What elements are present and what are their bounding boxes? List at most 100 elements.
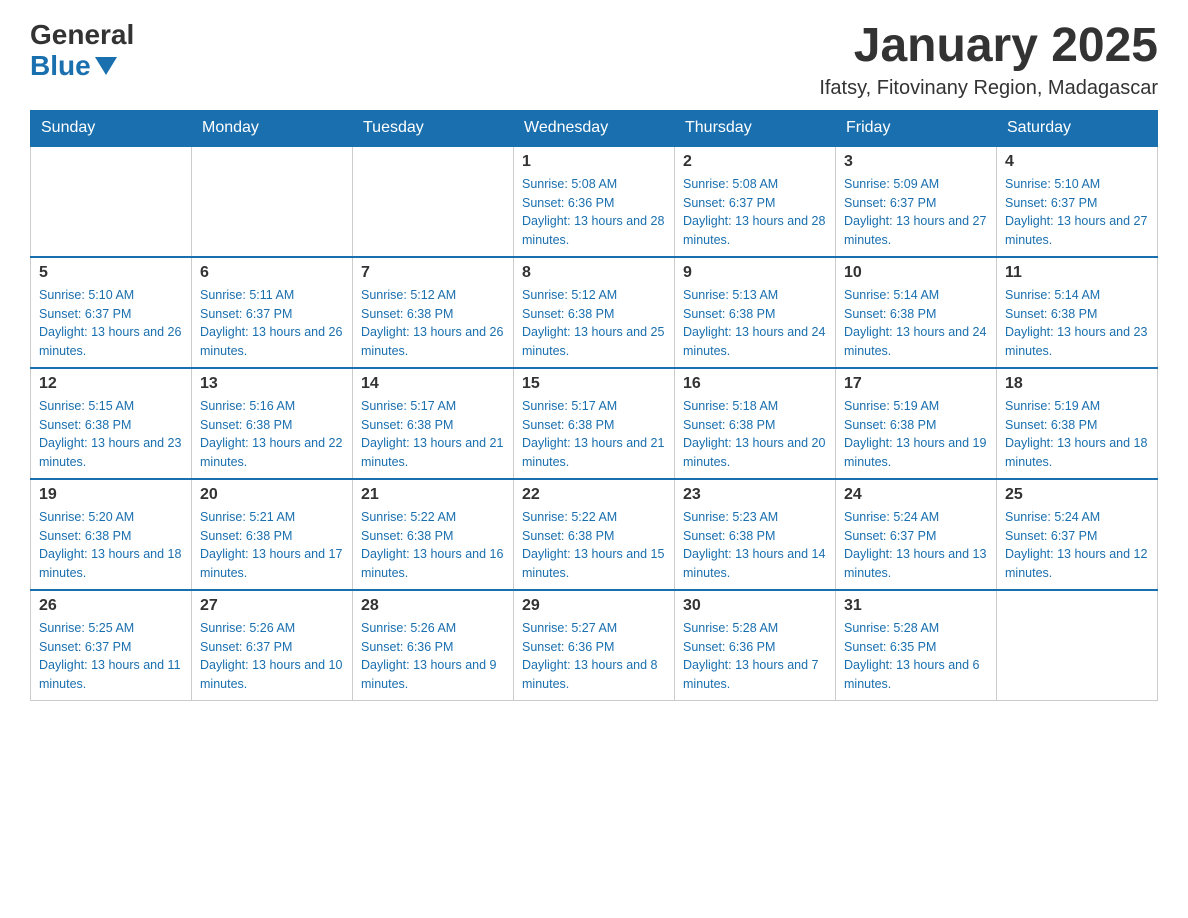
day-number: 6 — [200, 264, 344, 282]
calendar-day-cell: 9Sunrise: 5:13 AMSunset: 6:38 PMDaylight… — [675, 257, 836, 368]
calendar-table: SundayMondayTuesdayWednesdayThursdayFrid… — [30, 110, 1158, 701]
day-info: Sunrise: 5:27 AMSunset: 6:36 PMDaylight:… — [522, 619, 666, 694]
day-info: Sunrise: 5:10 AMSunset: 6:37 PMDaylight:… — [39, 286, 183, 361]
day-info: Sunrise: 5:08 AMSunset: 6:36 PMDaylight:… — [522, 175, 666, 250]
calendar-day-cell: 3 Sunrise: 5:09 AMSunset: 6:37 PMDaylight… — [836, 146, 997, 257]
calendar-day-cell: 12 Sunrise: 5:15 AMSunset: 6:38 PMDayligh… — [31, 368, 192, 479]
day-number: 23 — [683, 486, 827, 504]
logo-text-general: General — [30, 20, 134, 51]
calendar-day-cell: 20Sunrise: 5:21 AMSunset: 6:38 PMDayligh… — [192, 479, 353, 590]
day-number: 16 — [683, 375, 827, 393]
day-number: 3 — [844, 153, 988, 171]
calendar-day-cell: 5 Sunrise: 5:10 AMSunset: 6:37 PMDaylight… — [31, 257, 192, 368]
calendar-day-cell: 29 Sunrise: 5:27 AMSunset: 6:36 PMDayligh… — [514, 590, 675, 701]
day-number: 18 — [1005, 375, 1149, 393]
day-info: Sunrise: 5:17 AMSunset: 6:38 PMDaylight:… — [522, 397, 666, 472]
day-number: 25 — [1005, 486, 1149, 504]
calendar-day-cell — [353, 146, 514, 257]
calendar-day-cell: 1 Sunrise: 5:08 AMSunset: 6:36 PMDaylight… — [514, 146, 675, 257]
day-number: 20 — [200, 486, 344, 504]
day-info: Sunrise: 5:18 AMSunset: 6:38 PMDaylight:… — [683, 397, 827, 472]
day-info: Sunrise: 5:10 AMSunset: 6:37 PMDaylight:… — [1005, 175, 1149, 250]
calendar-day-cell: 23Sunrise: 5:23 AMSunset: 6:38 PMDayligh… — [675, 479, 836, 590]
day-number: 29 — [522, 597, 666, 615]
day-info: Sunrise: 5:11 AMSunset: 6:37 PMDaylight:… — [200, 286, 344, 361]
day-number: 10 — [844, 264, 988, 282]
calendar-day-header: Thursday — [675, 110, 836, 146]
calendar-day-cell: 26Sunrise: 5:25 AMSunset: 6:37 PMDayligh… — [31, 590, 192, 701]
day-info: Sunrise: 5:26 AMSunset: 6:36 PMDaylight:… — [361, 619, 505, 694]
day-number: 1 — [522, 153, 666, 171]
calendar-day-cell: 13 Sunrise: 5:16 AMSunset: 6:38 PMDayligh… — [192, 368, 353, 479]
day-number: 15 — [522, 375, 666, 393]
calendar-day-cell: 10 Sunrise: 5:14 AMSunset: 6:38 PMDayligh… — [836, 257, 997, 368]
calendar-day-cell: 18 Sunrise: 5:19 AMSunset: 6:38 PMDayligh… — [997, 368, 1158, 479]
day-info: Sunrise: 5:24 AMSunset: 6:37 PMDaylight:… — [844, 508, 988, 583]
logo-text-blue: Blue — [30, 51, 91, 82]
day-info: Sunrise: 5:22 AMSunset: 6:38 PMDaylight:… — [361, 508, 505, 583]
day-number: 13 — [200, 375, 344, 393]
day-number: 22 — [522, 486, 666, 504]
calendar-day-cell — [192, 146, 353, 257]
day-info: Sunrise: 5:26 AMSunset: 6:37 PMDaylight:… — [200, 619, 344, 694]
title-section: January 2025 Ifatsy, Fitovinany Region, … — [819, 20, 1158, 100]
day-number: 31 — [844, 597, 988, 615]
day-number: 24 — [844, 486, 988, 504]
day-info: Sunrise: 5:28 AMSunset: 6:36 PMDaylight:… — [683, 619, 827, 694]
calendar-day-header: Monday — [192, 110, 353, 146]
day-info: Sunrise: 5:28 AMSunset: 6:35 PMDaylight:… — [844, 619, 988, 694]
day-info: Sunrise: 5:16 AMSunset: 6:38 PMDaylight:… — [200, 397, 344, 472]
calendar-day-cell: 22 Sunrise: 5:22 AMSunset: 6:38 PMDayligh… — [514, 479, 675, 590]
day-number: 4 — [1005, 153, 1149, 171]
calendar-day-header: Tuesday — [353, 110, 514, 146]
calendar-day-header: Friday — [836, 110, 997, 146]
day-info: Sunrise: 5:24 AMSunset: 6:37 PMDaylight:… — [1005, 508, 1149, 583]
day-number: 30 — [683, 597, 827, 615]
day-number: 14 — [361, 375, 505, 393]
calendar-day-header: Sunday — [31, 110, 192, 146]
calendar-day-cell: 16 Sunrise: 5:18 AMSunset: 6:38 PMDayligh… — [675, 368, 836, 479]
day-info: Sunrise: 5:19 AMSunset: 6:38 PMDaylight:… — [844, 397, 988, 472]
day-info: Sunrise: 5:14 AMSunset: 6:38 PMDaylight:… — [844, 286, 988, 361]
calendar-day-cell: 15 Sunrise: 5:17 AMSunset: 6:38 PMDayligh… — [514, 368, 675, 479]
day-info: Sunrise: 5:13 AMSunset: 6:38 PMDaylight:… — [683, 286, 827, 361]
day-info: Sunrise: 5:09 AMSunset: 6:37 PMDaylight:… — [844, 175, 988, 250]
calendar-day-cell: 24 Sunrise: 5:24 AMSunset: 6:37 PMDayligh… — [836, 479, 997, 590]
calendar-week-row: 1 Sunrise: 5:08 AMSunset: 6:36 PMDaylight… — [31, 146, 1158, 257]
calendar-day-cell: 6 Sunrise: 5:11 AMSunset: 6:37 PMDaylight… — [192, 257, 353, 368]
calendar-day-header: Saturday — [997, 110, 1158, 146]
day-number: 27 — [200, 597, 344, 615]
calendar-day-cell: 30 Sunrise: 5:28 AMSunset: 6:36 PMDayligh… — [675, 590, 836, 701]
day-info: Sunrise: 5:20 AMSunset: 6:38 PMDaylight:… — [39, 508, 183, 583]
calendar-day-cell: 17 Sunrise: 5:19 AMSunset: 6:38 PMDayligh… — [836, 368, 997, 479]
day-info: Sunrise: 5:25 AMSunset: 6:37 PMDaylight:… — [39, 619, 183, 694]
calendar-week-row: 26Sunrise: 5:25 AMSunset: 6:37 PMDayligh… — [31, 590, 1158, 701]
page-header: General Blue January 2025 Ifatsy, Fitovi… — [30, 20, 1158, 100]
day-info: Sunrise: 5:15 AMSunset: 6:38 PMDaylight:… — [39, 397, 183, 472]
day-number: 11 — [1005, 264, 1149, 282]
day-info: Sunrise: 5:12 AMSunset: 6:38 PMDaylight:… — [522, 286, 666, 361]
day-number: 12 — [39, 375, 183, 393]
calendar-day-cell: 11Sunrise: 5:14 AMSunset: 6:38 PMDayligh… — [997, 257, 1158, 368]
calendar-day-cell: 19Sunrise: 5:20 AMSunset: 6:38 PMDayligh… — [31, 479, 192, 590]
calendar-week-row: 12 Sunrise: 5:15 AMSunset: 6:38 PMDayligh… — [31, 368, 1158, 479]
calendar-day-cell — [997, 590, 1158, 701]
day-number: 8 — [522, 264, 666, 282]
calendar-subtitle: Ifatsy, Fitovinany Region, Madagascar — [819, 77, 1158, 100]
day-info: Sunrise: 5:22 AMSunset: 6:38 PMDaylight:… — [522, 508, 666, 583]
day-number: 7 — [361, 264, 505, 282]
day-number: 21 — [361, 486, 505, 504]
calendar-day-cell: 28Sunrise: 5:26 AMSunset: 6:36 PMDayligh… — [353, 590, 514, 701]
day-info: Sunrise: 5:12 AMSunset: 6:38 PMDaylight:… — [361, 286, 505, 361]
calendar-header-row: SundayMondayTuesdayWednesdayThursdayFrid… — [31, 110, 1158, 146]
day-number: 5 — [39, 264, 183, 282]
calendar-day-cell: 8 Sunrise: 5:12 AMSunset: 6:38 PMDaylight… — [514, 257, 675, 368]
calendar-week-row: 19Sunrise: 5:20 AMSunset: 6:38 PMDayligh… — [31, 479, 1158, 590]
calendar-day-cell: 31 Sunrise: 5:28 AMSunset: 6:35 PMDayligh… — [836, 590, 997, 701]
logo-triangle-icon — [95, 57, 117, 75]
day-info: Sunrise: 5:08 AMSunset: 6:37 PMDaylight:… — [683, 175, 827, 250]
day-info: Sunrise: 5:19 AMSunset: 6:38 PMDaylight:… — [1005, 397, 1149, 472]
day-number: 17 — [844, 375, 988, 393]
calendar-day-cell: 14Sunrise: 5:17 AMSunset: 6:38 PMDayligh… — [353, 368, 514, 479]
calendar-day-header: Wednesday — [514, 110, 675, 146]
